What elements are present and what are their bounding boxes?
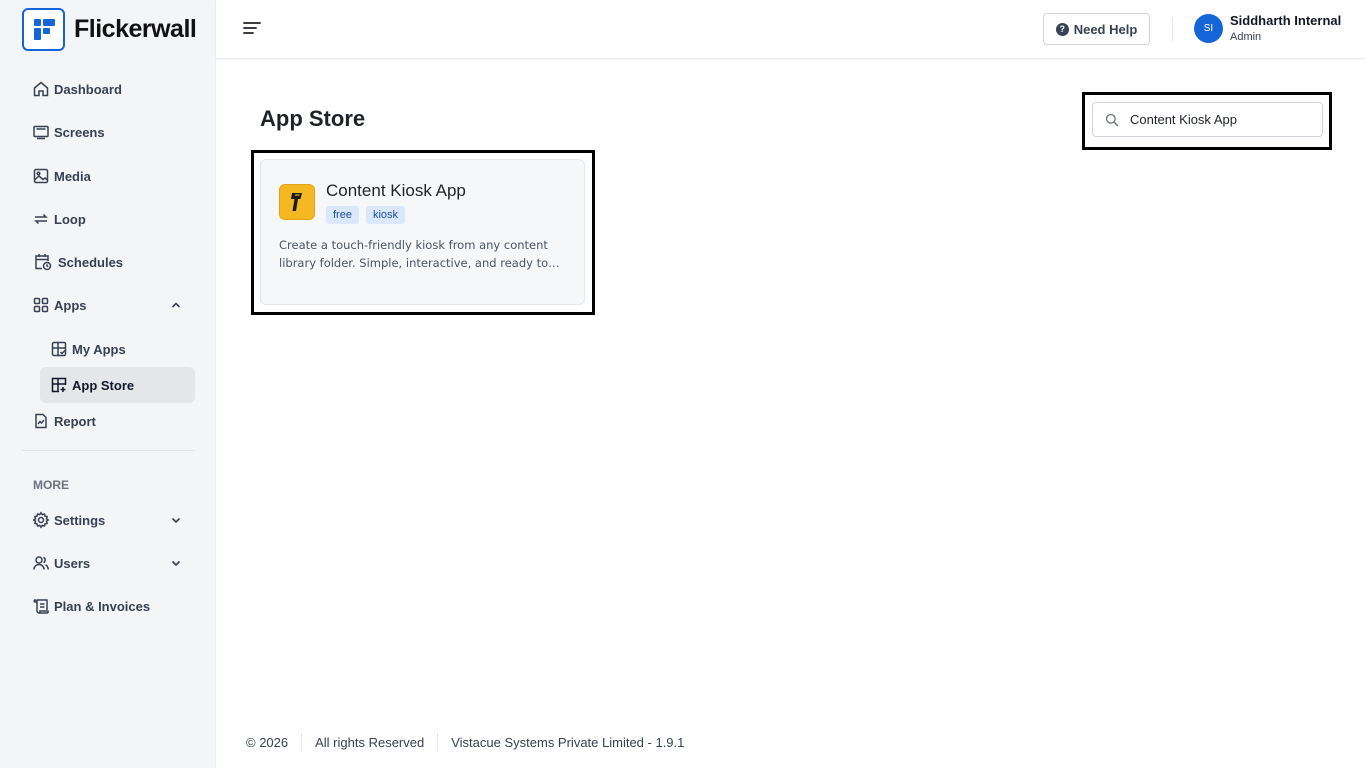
menu-toggle-icon[interactable] xyxy=(242,18,262,38)
user-name[interactable]: Siddharth Internal xyxy=(1230,13,1341,28)
monitor-icon xyxy=(32,123,50,141)
calendar-clock-icon xyxy=(32,253,54,271)
sidebar-item-label: My Apps xyxy=(72,341,126,357)
kiosk-scanner-icon xyxy=(279,184,315,220)
top-header: ? Need Help SI Siddharth Internal Admin xyxy=(216,0,1366,59)
brand-name: Flickerwall xyxy=(74,14,197,43)
app-tags: free kiosk xyxy=(326,206,406,224)
tag-badge: kiosk xyxy=(365,206,406,224)
header-divider xyxy=(1172,17,1173,41)
report-icon xyxy=(32,412,50,430)
sidebar-item-label: Users xyxy=(54,555,91,571)
chevron-down-icon xyxy=(171,517,181,524)
footer-rights: All rights Reserved xyxy=(315,734,425,750)
users-icon xyxy=(32,554,50,572)
need-help-button[interactable]: ? Need Help xyxy=(1043,13,1150,45)
chevron-up-icon xyxy=(171,302,181,308)
app-name: Content Kiosk App xyxy=(326,181,466,200)
sidebar-item-dashboard[interactable]: Dashboard xyxy=(22,71,195,107)
footer-company: Vistacue Systems Private Limited - 1.9.1 xyxy=(451,734,685,750)
need-help-label: Need Help xyxy=(1073,21,1138,37)
sidebar-item-report[interactable]: Report xyxy=(22,403,195,439)
sidebar-item-app-store[interactable]: App Store xyxy=(40,367,195,403)
chevron-down-icon xyxy=(171,560,181,567)
sidebar-divider xyxy=(22,450,195,451)
search-icon xyxy=(1105,113,1119,126)
sidebar-item-label: Report xyxy=(54,413,96,429)
sidebar-item-apps[interactable]: Apps xyxy=(22,287,195,323)
sidebar-section-more: MORE xyxy=(33,478,69,492)
app-card[interactable]: Content Kiosk App free kiosk Create a to… xyxy=(260,159,585,305)
sidebar-item-my-apps[interactable]: My Apps xyxy=(40,331,195,367)
sidebar-item-label: Settings xyxy=(54,512,106,528)
flickerwall-logo-icon xyxy=(22,7,65,51)
footer-copyright: © 2026 xyxy=(246,734,289,750)
search-input[interactable] xyxy=(1130,112,1310,127)
search-field[interactable] xyxy=(1092,102,1323,137)
sidebar-item-label: Screens xyxy=(54,124,105,140)
home-icon xyxy=(32,80,50,98)
image-icon xyxy=(32,167,50,185)
sidebar-item-plan-invoices[interactable]: Plan & Invoices xyxy=(22,588,195,624)
gear-icon xyxy=(32,511,50,529)
sidebar-item-users[interactable]: Users xyxy=(22,545,195,581)
app-store-icon xyxy=(50,376,68,394)
help-circle-icon: ? xyxy=(1055,22,1069,36)
sidebar-item-label: Plan & Invoices xyxy=(54,598,151,614)
sidebar-item-label: Apps xyxy=(54,297,87,313)
app-description: Create a touch-friendly kiosk from any c… xyxy=(279,238,549,270)
sidebar-item-schedules[interactable]: Schedules xyxy=(22,244,195,280)
sidebar-item-label: Dashboard xyxy=(54,81,122,97)
sidebar-item-media[interactable]: Media xyxy=(22,158,195,194)
sidebar-item-settings[interactable]: Settings xyxy=(22,502,195,538)
loop-icon xyxy=(32,210,50,228)
tag-badge: free xyxy=(326,206,359,224)
footer: © 2026 All rights Reserved Vistacue Syst… xyxy=(246,733,684,751)
sidebar: Flickerwall Dashboard Screens Media Loop… xyxy=(0,0,216,768)
avatar[interactable]: SI xyxy=(1194,14,1223,43)
sidebar-item-label: Media xyxy=(54,168,91,184)
apps-grid-icon xyxy=(32,296,50,314)
user-role: Admin xyxy=(1230,31,1262,43)
sidebar-item-loop[interactable]: Loop xyxy=(22,201,195,237)
sidebar-item-screens[interactable]: Screens xyxy=(22,114,195,150)
scroll-invoice-icon xyxy=(32,597,50,615)
sidebar-item-label: Schedules xyxy=(58,254,124,270)
footer-divider xyxy=(301,733,303,751)
sidebar-item-label: Loop xyxy=(54,211,86,227)
my-apps-icon xyxy=(50,340,68,358)
footer-divider xyxy=(437,733,439,751)
page-title: App Store xyxy=(260,106,366,131)
sidebar-item-label: App Store xyxy=(72,377,135,393)
brand-logo[interactable]: Flickerwall xyxy=(22,7,197,51)
